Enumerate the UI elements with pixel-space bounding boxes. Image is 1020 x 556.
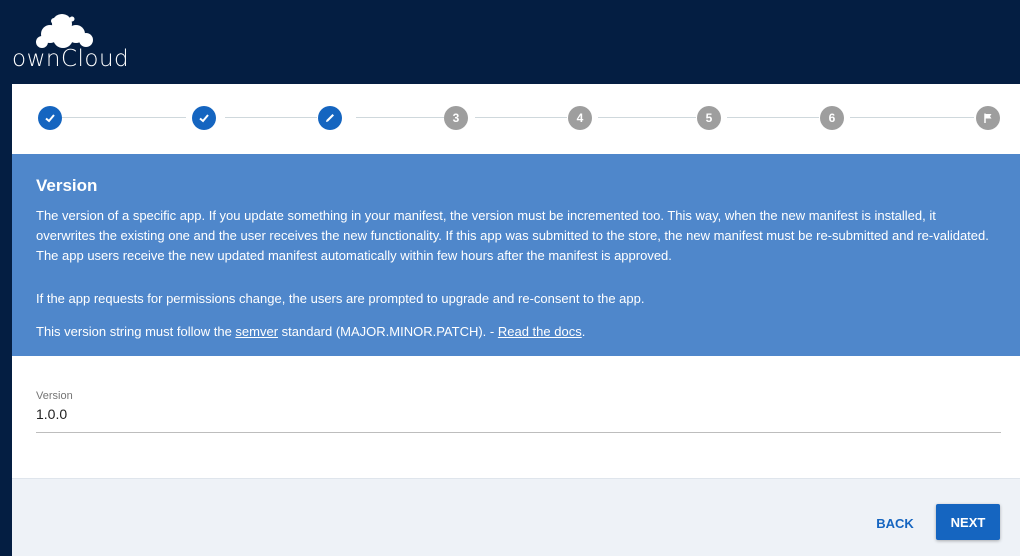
step-number: 5 xyxy=(705,111,713,125)
step-number: 4 xyxy=(576,111,584,125)
step-6[interactable]: 6 xyxy=(820,106,844,130)
step-connector xyxy=(225,117,317,118)
section-title: Version xyxy=(36,176,98,195)
step-connector xyxy=(62,117,186,118)
owncloud-logo[interactable]: ownCloud xyxy=(10,12,129,72)
step-connector xyxy=(850,117,974,118)
logo-text: ownCloud xyxy=(12,46,130,72)
info-paragraph-3: This version string must follow the semv… xyxy=(36,322,996,342)
version-field[interactable]: Version 1.0.0 xyxy=(36,390,1001,433)
step-5[interactable]: 5 xyxy=(697,106,721,130)
step-3[interactable]: 3 xyxy=(444,106,468,130)
version-input[interactable]: 1.0.0 xyxy=(36,406,1001,433)
flag-icon xyxy=(984,113,992,123)
step-4[interactable]: 4 xyxy=(568,106,592,130)
step-finish[interactable] xyxy=(976,106,1000,130)
text-prefix: This version string must follow the xyxy=(36,324,236,339)
text-suffix: . xyxy=(581,324,586,339)
info-paragraph-2: If the app requests for permissions chan… xyxy=(36,291,645,306)
stepper: 3 4 5 6 xyxy=(12,84,1020,154)
step-connector xyxy=(356,117,444,118)
check-icon xyxy=(45,114,55,123)
pencil-icon xyxy=(326,114,334,122)
text-middle: standard (MAJOR.MINOR.PATCH). - xyxy=(278,324,498,339)
step-3-current[interactable] xyxy=(318,106,342,130)
info-paragraph-1: The version of a specific app. If you up… xyxy=(36,208,989,263)
step-connector xyxy=(727,117,819,118)
back-button[interactable]: BACK xyxy=(865,507,925,539)
info-banner: Version The version of a specific app. I… xyxy=(12,154,1020,356)
read-docs-link[interactable]: Read the docs xyxy=(498,324,582,339)
next-button[interactable]: NEXT xyxy=(936,504,1000,540)
version-label: Version xyxy=(36,390,73,402)
step-2-complete[interactable] xyxy=(192,106,216,130)
wizard-footer: BACK NEXT xyxy=(12,478,1020,556)
step-connector xyxy=(475,117,567,118)
step-number: 3 xyxy=(452,111,460,125)
step-connector xyxy=(598,117,696,118)
wizard-panel: 3 4 5 6 Version The version of a specifi… xyxy=(12,84,1020,556)
top-bar: ownCloud xyxy=(0,0,1020,84)
step-number: 6 xyxy=(828,111,836,125)
check-icon xyxy=(199,114,209,123)
semver-link[interactable]: semver xyxy=(235,324,278,339)
step-1-complete[interactable] xyxy=(38,106,62,130)
